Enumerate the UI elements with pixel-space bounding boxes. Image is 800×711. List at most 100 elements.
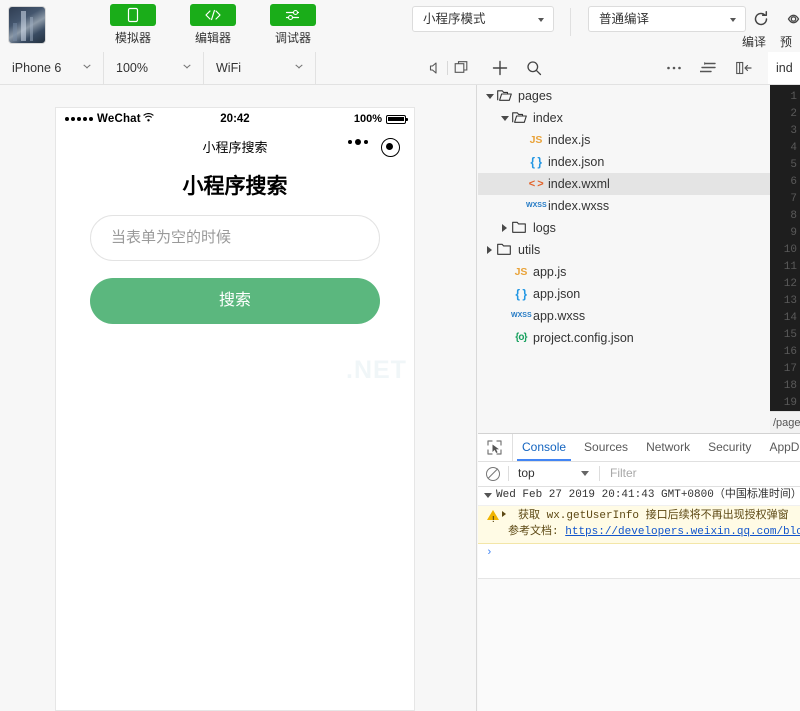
console-filter-input[interactable]: Filter (600, 461, 800, 486)
file-tree-item[interactable]: logs (478, 217, 770, 239)
zoom-select-value: 100% (116, 61, 148, 75)
proj-file-icon: {o} (515, 332, 527, 343)
console-warning-line2: 参考文档: https://developers.weixin.qq.com/b… (508, 524, 800, 540)
file-tree-item[interactable]: {o} project.config.json (478, 327, 770, 349)
file-tree-item[interactable]: pages (478, 85, 770, 107)
file-tree-item-label: index.json (548, 155, 605, 169)
file-tree-item[interactable]: JS index.js (478, 129, 770, 151)
js-file-icon: JS (514, 266, 528, 278)
search-button[interactable]: 搜索 (90, 278, 380, 324)
chevron-right-icon[interactable] (484, 239, 496, 261)
compile-button[interactable] (748, 6, 774, 32)
phone-nav-bar: 小程序搜索 (56, 130, 414, 166)
console-context-value: top (518, 466, 535, 480)
more-icon[interactable] (662, 52, 686, 84)
folder-closed-icon (496, 239, 516, 261)
file-tree-item-label: pages (518, 89, 553, 103)
multi-window-icon[interactable] (450, 52, 474, 84)
sort-icon[interactable] (696, 52, 720, 84)
file-tree-item-label: app.wxss (533, 309, 586, 323)
file-tree-item-label: logs (533, 221, 556, 235)
editor-line-number: 9 (790, 227, 797, 239)
toolbar-divider (447, 61, 448, 75)
chevron-down-icon[interactable] (499, 107, 511, 129)
code-editor[interactable]: 1 2 3 4 5 6 7 8 9 10 11 12 13 14 15 16 17 18 19 (770, 85, 800, 411)
mode-select[interactable]: 小程序模式 (412, 6, 554, 32)
devtools-tab-security[interactable]: Security (699, 434, 760, 461)
console-warning-message[interactable]: ! 获取 wx.getUserInfo 接口后续将不再出现授权弹窗 参考文档: … (478, 506, 800, 544)
file-tree-item-label: app.json (533, 287, 581, 301)
warning-icon: ! (492, 515, 495, 524)
wechat-capsule-menu-icon[interactable] (348, 139, 368, 145)
wechat-devtools-window: 模拟器 编辑器 调试器 小程序模式 普通编译 编译 预 iPhone 6 100… (0, 0, 800, 711)
battery-indicator: 100% (353, 108, 408, 130)
console-group-header[interactable]: Wed Feb 27 2019 20:41:43 GMT+0800（中国标准时间… (478, 486, 800, 506)
chevron-down-icon[interactable] (484, 85, 496, 107)
file-tree-item[interactable]: WXSS app.wxss (478, 305, 770, 327)
json-file-icon: { } (530, 155, 542, 169)
file-tree-item[interactable]: < > index.wxml (478, 173, 770, 195)
editor-line-number: 16 (783, 346, 797, 358)
editor-status-path: /page (773, 417, 800, 429)
device-select[interactable]: iPhone 6 (0, 52, 104, 84)
inspect-element-icon[interactable] (478, 434, 513, 461)
mode-button-simulator[interactable]: 模拟器 (104, 4, 162, 46)
mode-button-debugger-label: 调试器 (274, 31, 311, 45)
wechat-capsule-close-icon[interactable] (381, 138, 400, 157)
file-tree-item-label: index.wxss (548, 199, 610, 213)
devtools-tab-console[interactable]: Console (513, 434, 575, 461)
file-tree-item[interactable]: index (478, 107, 770, 129)
editor-line-number: 18 (783, 380, 797, 392)
chevron-down-icon (730, 18, 736, 22)
chevron-right-icon[interactable] (499, 217, 511, 239)
console-context-select[interactable]: top (509, 461, 599, 486)
add-icon[interactable] (488, 52, 512, 84)
build-select[interactable]: 普通编译 (588, 6, 746, 32)
console-filter-placeholder: Filter (610, 466, 637, 480)
eye-icon (787, 14, 800, 24)
battery-percent-label: 100% (353, 113, 382, 125)
zoom-select[interactable]: 100% (104, 52, 204, 84)
page-title: 小程序搜索 (182, 175, 288, 198)
search-icon[interactable] (522, 52, 546, 84)
compile-label: 编译 (742, 35, 767, 49)
devtools-tab-sources[interactable]: Sources (575, 434, 637, 461)
devtools-panel: ConsoleSourcesNetworkSecurityAppDa top F… (478, 433, 800, 579)
search-input[interactable]: 当表单为空的时候 (90, 215, 380, 261)
console-group-label: Wed Feb 27 2019 20:41:43 GMT+0800（中国标准时间… (496, 489, 800, 501)
mode-button-simulator-label: 模拟器 (114, 31, 151, 45)
devtools-tab-appda[interactable]: AppDa (760, 434, 800, 461)
console-warning-doc-link[interactable]: https://developers.weixin.qq.com/blo (565, 526, 800, 538)
editor-line-number: 11 (783, 261, 797, 273)
preview-label: 预 (780, 35, 793, 49)
chevron-down-icon (538, 18, 544, 22)
mode-button-debugger[interactable]: 调试器 (264, 4, 322, 46)
network-select[interactable]: WiFi (204, 52, 316, 84)
phone-icon (110, 4, 156, 26)
file-tree-item-label: utils (518, 243, 541, 257)
chevron-down-icon (184, 66, 191, 70)
file-tree-item-label: project.config.json (533, 331, 634, 345)
console-prompt[interactable]: › (478, 544, 800, 562)
user-avatar[interactable] (8, 6, 46, 44)
mute-icon[interactable] (424, 52, 448, 84)
file-tree-item[interactable]: { } app.json (478, 283, 770, 305)
clear-console-icon[interactable] (478, 461, 508, 486)
file-tree-item[interactable]: JS app.js (478, 261, 770, 283)
file-tree-item[interactable]: utils (478, 239, 770, 261)
chevron-down-icon (581, 471, 589, 476)
editor-line-number: 4 (790, 142, 797, 154)
file-tree-item[interactable]: { } index.json (478, 151, 770, 173)
devtools-tab-network[interactable]: Network (637, 434, 699, 461)
mode-button-editor[interactable]: 编辑器 (184, 4, 242, 46)
file-tree-item[interactable]: WXSS index.wxss (478, 195, 770, 217)
panel-toggle-icon[interactable] (732, 52, 756, 84)
editor-file-tab[interactable]: ind (768, 52, 800, 84)
folder-closed-icon (511, 217, 531, 239)
preview-button[interactable] (784, 6, 800, 32)
mode-button-editor-label: 编辑器 (194, 31, 231, 45)
battery-icon (386, 114, 408, 124)
